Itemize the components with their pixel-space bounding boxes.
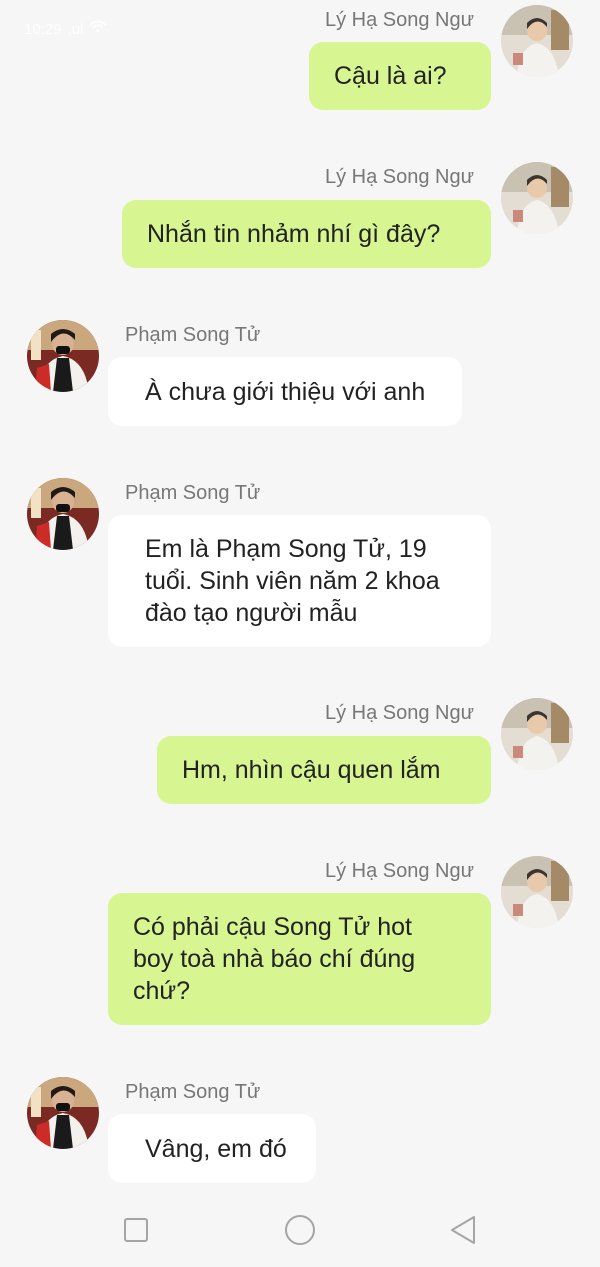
avatar-ly-ha-song-ngu[interactable] xyxy=(501,162,573,234)
message-text: Hm, nhìn cậu quen lắm xyxy=(182,756,441,784)
sender-name: Lý Hạ Song Ngư xyxy=(324,166,474,188)
circle-icon xyxy=(282,1212,318,1248)
avatar-ly-ha-song-ngu[interactable] xyxy=(501,856,573,928)
message-text: Có phải cậu Song Tử hot boy toà nhà báo … xyxy=(133,911,415,1007)
message-line: đào tạo người mẫu xyxy=(145,599,358,627)
message-text: Cậu là ai? xyxy=(334,62,447,90)
message-text: Vâng, em đó xyxy=(145,1134,287,1163)
avatar-pham-song-tu[interactable] xyxy=(27,1077,99,1149)
message-text: Nhắn tin nhảm nhí gì đây? xyxy=(147,220,441,248)
avatar-ly-ha-song-ngu[interactable] xyxy=(501,5,573,77)
message-bubble[interactable]: Có phải cậu Song Tử hot boy toà nhà báo … xyxy=(108,893,491,1025)
sender-name: Lý Hạ Song Ngư xyxy=(324,860,474,882)
sender-name: Lý Hạ Song Ngư xyxy=(324,9,474,31)
message-line: Em là Phạm Song Tử, 19 xyxy=(145,535,427,563)
message-bubble[interactable]: Hm, nhìn cậu quen lắm xyxy=(157,736,491,804)
navigation-bar xyxy=(0,1190,600,1267)
message-bubble[interactable]: Em là Phạm Song Tử, 19 tuổi. Sinh viên n… xyxy=(108,515,491,647)
avatar-pham-song-tu[interactable] xyxy=(27,320,99,392)
message-line: boy toà nhà báo chí đúng xyxy=(133,945,416,973)
triangle-back-icon xyxy=(446,1212,482,1248)
sender-name: Lý Hạ Song Ngư xyxy=(324,702,474,724)
message-line: tuổi. Sinh viên năm 2 khoa xyxy=(145,567,440,595)
avatar-pham-song-tu[interactable] xyxy=(27,478,99,550)
sender-name: Phạm Song Tử xyxy=(125,324,261,346)
avatar-ly-ha-song-ngu[interactable] xyxy=(501,698,573,770)
message-bubble[interactable]: Cậu là ai? xyxy=(309,42,491,110)
message-bubble[interactable]: Vâng, em đó xyxy=(108,1114,316,1183)
message-text: Em là Phạm Song Tử, 19 tuổi. Sinh viên n… xyxy=(145,533,440,629)
recent-apps-button[interactable] xyxy=(118,1212,154,1248)
message-bubble[interactable]: À chưa giới thiệu với anh xyxy=(108,357,462,426)
message-text: À chưa giới thiệu với anh xyxy=(145,377,426,406)
message-line: chứ? xyxy=(133,977,191,1005)
sender-name: Phạm Song Tử xyxy=(125,482,261,504)
message-bubble[interactable]: Nhắn tin nhảm nhí gì đây? xyxy=(122,200,491,268)
back-button[interactable] xyxy=(446,1212,482,1248)
chat-thread: Lý Hạ Song Ngư Cậu là ai? Lý Hạ Song Ngư… xyxy=(0,0,600,1190)
message-line: Có phải cậu Song Tử hot xyxy=(133,913,412,941)
home-button[interactable] xyxy=(282,1212,318,1248)
square-icon xyxy=(118,1212,154,1248)
sender-name: Phạm Song Tử xyxy=(125,1081,261,1103)
